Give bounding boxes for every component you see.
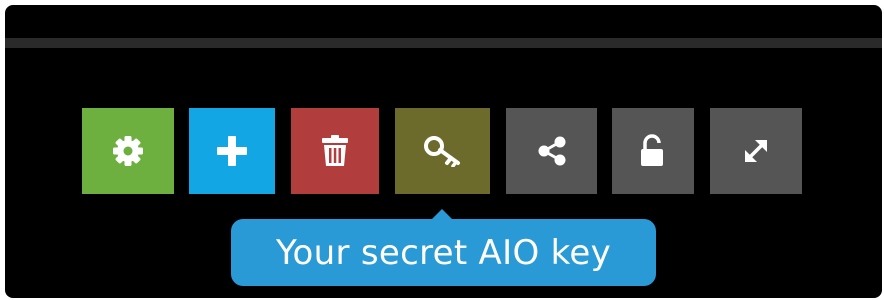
plus-icon	[217, 136, 247, 166]
add-button[interactable]	[189, 108, 275, 194]
settings-button[interactable]	[82, 108, 174, 194]
share-icon	[536, 135, 568, 167]
dashboard-panel: Your secret AIO key	[5, 5, 882, 298]
aio-key-button[interactable]	[395, 108, 490, 194]
delete-button[interactable]	[291, 108, 379, 194]
key-icon	[423, 135, 462, 167]
tooltip-arrow	[431, 209, 453, 220]
expand-icon	[740, 135, 772, 167]
unlock-icon	[639, 134, 667, 168]
aio-key-tooltip: Your secret AIO key	[231, 209, 656, 286]
share-button[interactable]	[506, 108, 597, 194]
trash-icon	[321, 135, 349, 167]
tooltip-text: Your secret AIO key	[275, 232, 612, 273]
gear-icon	[111, 134, 145, 168]
fullscreen-button[interactable]	[710, 108, 802, 194]
unlock-button[interactable]	[612, 108, 694, 194]
